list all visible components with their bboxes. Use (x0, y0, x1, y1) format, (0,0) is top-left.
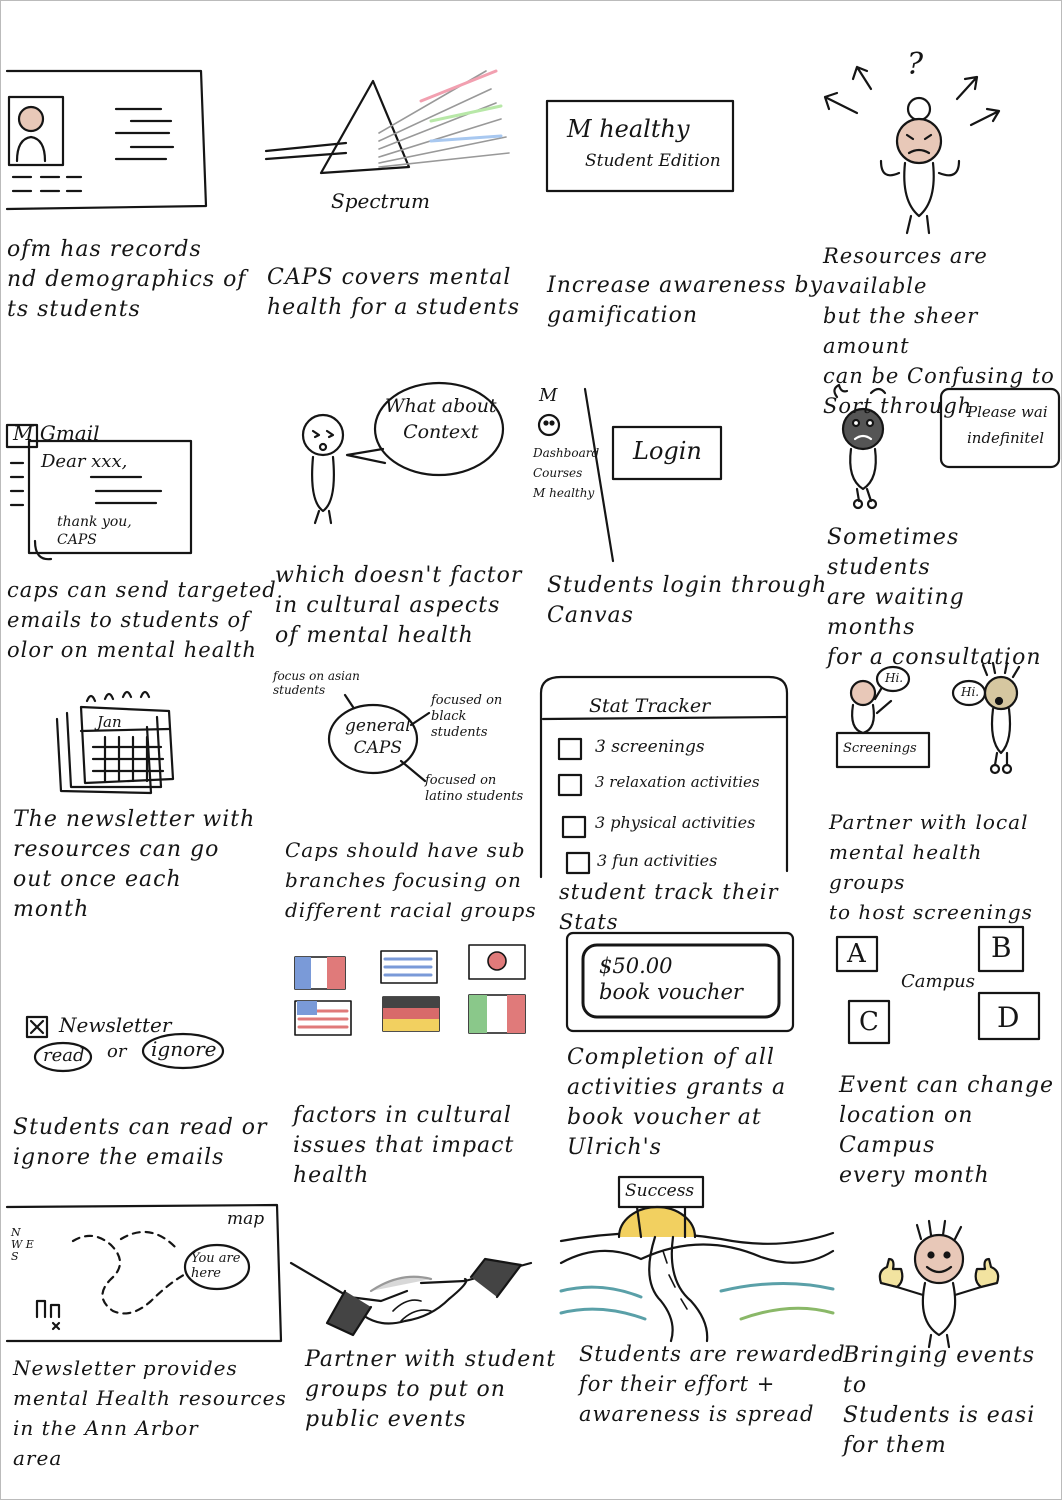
flags-grid (294, 944, 526, 1036)
stat-item-fun[interactable]: 3 fun activities (597, 851, 717, 870)
panel-8-caption: Sometimes students are waiting months fo… (827, 525, 1042, 670)
panel-12-booth: Screenings (843, 741, 917, 756)
panel-10-branch-asian: focus on asian students (273, 669, 360, 697)
panel-16-caption: Event can change location on Campus ever… (839, 1073, 1054, 1188)
panel-5-app: M Gmail (13, 421, 100, 445)
panel-18-caption: Partner with student groups to put on pu… (305, 1347, 557, 1432)
panel-13-caption: Students can read or ignore the emails (13, 1115, 268, 1170)
stat-item-relaxation[interactable]: 3 relaxation activities (595, 773, 760, 791)
panel-6-caption: which doesn't factor in cultural aspects… (275, 563, 523, 648)
panel-9-month: Jan (97, 713, 122, 731)
nav-m-healthy[interactable]: M healthy (533, 483, 599, 503)
newsletter-checkbox-label[interactable]: Newsletter (59, 1013, 171, 1037)
panel-3-caption: Increase awareness by gamification (547, 273, 824, 328)
success-sign: Success (625, 1181, 695, 1201)
or-text: or (107, 1041, 127, 1062)
panel-5-signoff: thank you, CAPS (57, 514, 132, 548)
stat-item-screenings[interactable]: 3 screenings (595, 737, 705, 757)
record-card-icon (5, 69, 208, 211)
panel-2-label: Spectrum (331, 189, 430, 213)
panel-10-branch-black: focused on black students (431, 693, 503, 740)
panel-9-caption: The newsletter with resources can go out… (13, 807, 256, 922)
panel-10-caption: Caps should have sub branches focusing o… (285, 838, 537, 922)
panel-4-caption: Resources are available but the sheer am… (823, 244, 1055, 418)
map-title: map (227, 1209, 265, 1229)
storyboard-page: ofm has records nd demographics of ts st… (0, 0, 1062, 1500)
location-d: D (997, 1001, 1020, 1034)
panel-3-box-subtitle: Student Edition (585, 151, 721, 171)
panel-10-center: general CAPS (345, 716, 411, 758)
panel-5-caption: caps can send targeted emails to student… (7, 578, 277, 662)
panel-1-caption: ofm has records nd demographics of ts st… (7, 237, 247, 322)
login-button[interactable]: Login (633, 437, 702, 465)
nav-dashboard[interactable]: Dashboard (533, 443, 599, 463)
calendar-icon (55, 690, 175, 795)
prism-icon (264, 69, 510, 175)
panel-6-speech: What about Context (385, 395, 497, 443)
confused-figure-icon (823, 65, 1001, 235)
panel-11-caption: student track their Stats (559, 880, 779, 934)
panel-8-sign: Please wai indefinitel (967, 403, 1048, 447)
panel-20-caption: Bringing events to Students is easi for … (843, 1343, 1036, 1458)
nav-courses[interactable]: Courses (533, 463, 599, 483)
handshake-icon (289, 1257, 533, 1337)
panel-2-caption: CAPS covers mental health for a students (267, 265, 521, 320)
panel-7-caption: Students login through Canvas (547, 573, 828, 628)
panel-14-caption: factors in cultural issues that impact h… (293, 1103, 515, 1188)
stat-item-physical[interactable]: 3 physical activities (595, 813, 755, 832)
panel-11-title: Stat Tracker (589, 695, 711, 717)
panel-15-caption: Completion of all activities grants a bo… (567, 1045, 787, 1160)
success-road-scene (559, 1175, 835, 1343)
panel-7-nav: Dashboard Courses M healthy (533, 443, 599, 503)
location-c: C (859, 1007, 879, 1037)
panel-12-greeting-2: Hi. (961, 685, 980, 699)
campus-center: Campus (901, 971, 975, 992)
panel-3-box-title: M healthy (567, 115, 690, 143)
location-b: B (991, 931, 1012, 964)
screening-booth-icon (835, 661, 1021, 775)
ignore-button[interactable]: ignore (151, 1037, 217, 1061)
location-a: A (847, 939, 866, 969)
compass: N W E S (11, 1226, 34, 1263)
panel-12-greeting: Hi. (885, 671, 904, 685)
panel-10-branch-latino: focused on latino students (425, 773, 524, 804)
panel-5-greeting: Dear xxx, (41, 451, 128, 472)
panel-12-caption: Partner with local mental health groups … (829, 810, 1033, 924)
panel-17-caption: Newsletter provides mental Health resour… (13, 1356, 287, 1470)
you-are-here-marker: You are here (191, 1251, 241, 1281)
panel-7-logo: M (539, 385, 558, 406)
panel-19-caption: Students are rewarded for their effort +… (579, 1342, 846, 1426)
happy-figure-icon (878, 1219, 1000, 1349)
panel-4-question-mark: ? (907, 47, 924, 82)
panel-15-voucher: $50.00 book voucher (599, 954, 743, 1004)
read-button[interactable]: read (43, 1045, 85, 1066)
